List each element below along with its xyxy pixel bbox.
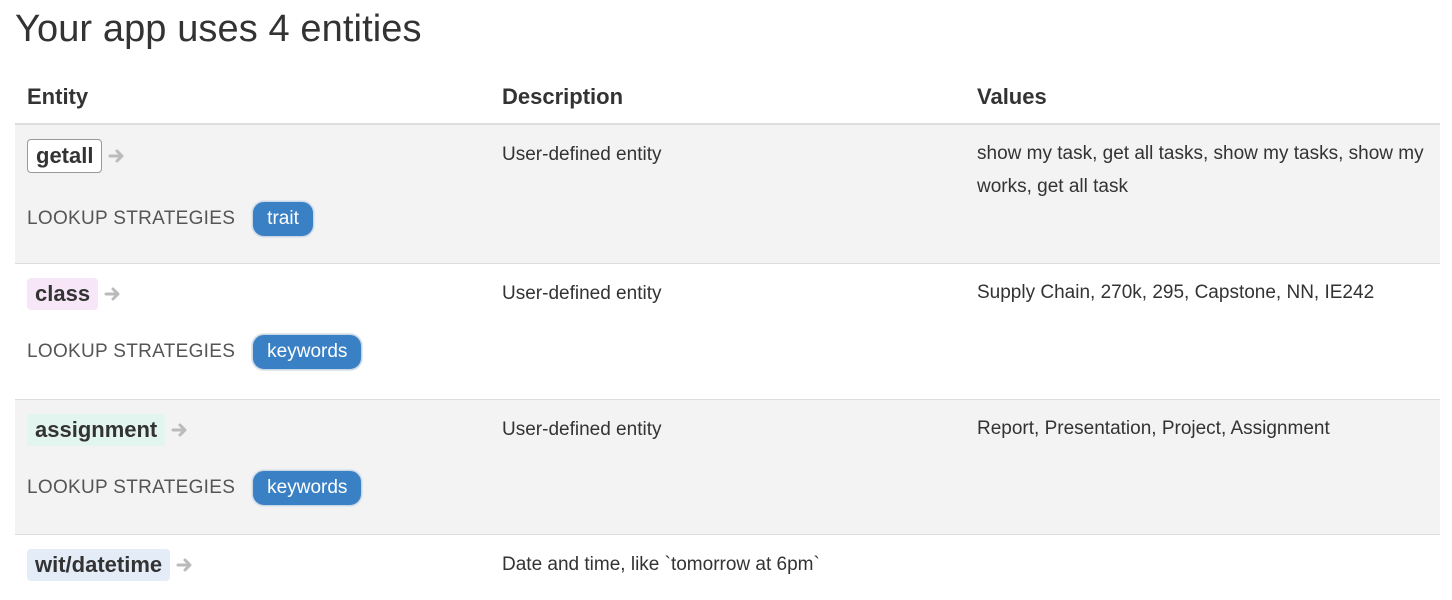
- table-row: wit/datetime Date and time, like `tomorr…: [15, 535, 1440, 600]
- table-row: getall LOOKUP STRATEGIES trait User-defi…: [15, 125, 1440, 264]
- lookup-strategies-label: LOOKUP STRATEGIES: [27, 208, 236, 229]
- entities-page: Your app uses 4 entities Entity Descript…: [0, 0, 1440, 600]
- entity-name[interactable]: getall: [27, 139, 103, 173]
- entity-name[interactable]: wit/datetime: [27, 549, 171, 581]
- entity-values: show my task, get all tasks, show my tas…: [977, 143, 1424, 197]
- lookup-strategies: LOOKUP STRATEGIES keywords: [27, 334, 363, 370]
- strategy-badge: keywords: [252, 334, 363, 370]
- entity-link-getall[interactable]: getall: [27, 139, 126, 173]
- strategy-badge: keywords: [252, 470, 363, 506]
- lookup-strategies-label: LOOKUP STRATEGIES: [27, 477, 236, 498]
- entity-link-assignment[interactable]: assignment: [27, 414, 189, 446]
- table-header: Entity Description Values: [15, 70, 1440, 125]
- entity-name[interactable]: assignment: [27, 414, 166, 446]
- lookup-strategies-label: LOOKUP STRATEGIES: [27, 341, 236, 362]
- lookup-strategies: LOOKUP STRATEGIES keywords: [27, 470, 363, 506]
- entity-description: User-defined entity: [502, 419, 662, 440]
- entity-name[interactable]: class: [27, 278, 99, 310]
- entity-link-wit-datetime[interactable]: wit/datetime: [27, 549, 194, 581]
- page-title: Your app uses 4 entities: [15, 8, 422, 50]
- entity-description: User-defined entity: [502, 144, 662, 165]
- entity-description: Date and time, like `tomorrow at 6pm`: [502, 554, 820, 575]
- column-header-entity: Entity: [27, 84, 89, 109]
- arrow-right-icon[interactable]: [104, 285, 122, 303]
- strategy-badge: trait: [252, 201, 314, 237]
- entities-table: Entity Description Values getall LOOKUP …: [15, 70, 1440, 600]
- entity-values: Report, Presentation, Project, Assignmen…: [977, 418, 1330, 439]
- entity-values: Supply Chain, 270k, 295, Capstone, NN, I…: [977, 282, 1375, 303]
- entity-link-class[interactable]: class: [27, 278, 122, 310]
- arrow-right-icon[interactable]: [108, 147, 126, 165]
- lookup-strategies: LOOKUP STRATEGIES trait: [27, 201, 314, 237]
- arrow-right-icon[interactable]: [171, 421, 189, 439]
- arrow-right-icon[interactable]: [176, 556, 194, 574]
- entity-description: User-defined entity: [502, 283, 662, 304]
- table-row: assignment LOOKUP STRATEGIES keywords Us…: [15, 400, 1440, 535]
- table-row: class LOOKUP STRATEGIES keywords User-de…: [15, 264, 1440, 400]
- column-header-description: Description: [502, 84, 624, 109]
- column-header-values: Values: [977, 84, 1047, 109]
